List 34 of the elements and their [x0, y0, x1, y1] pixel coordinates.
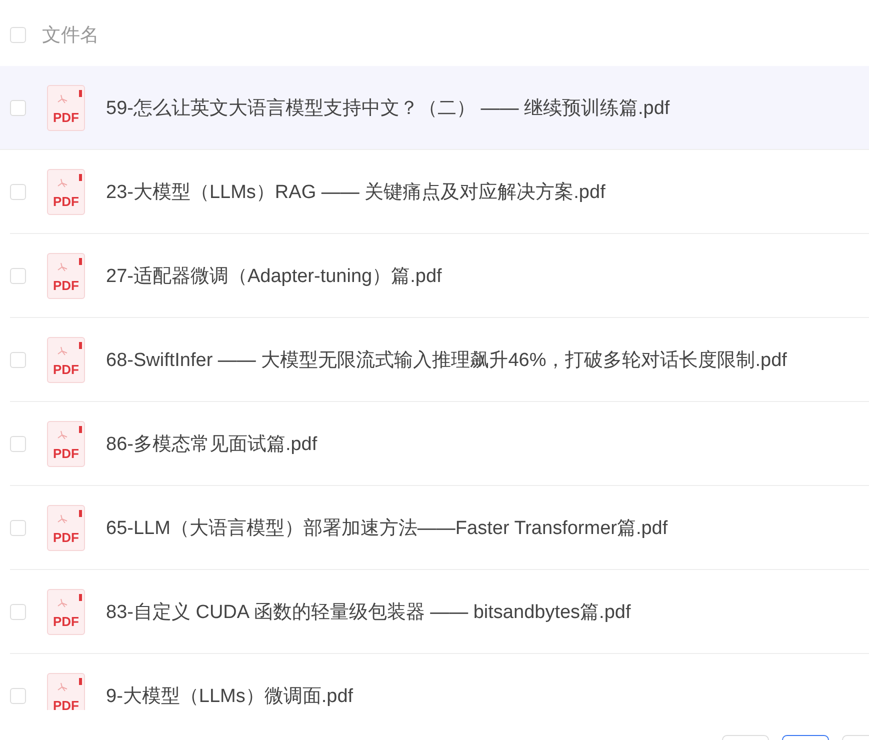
file-name[interactable]: 86-多模态常见面试篇.pdf — [106, 430, 318, 456]
row-checkbox[interactable] — [10, 268, 26, 284]
file-row[interactable]: PDF 9-大模型（LLMs）微调面.pdf — [10, 654, 869, 710]
file-row[interactable]: PDF 27-适配器微调（Adapter-tuning）篇.pdf — [10, 234, 869, 318]
pdf-file-icon: PDF — [47, 252, 85, 298]
file-name[interactable]: 65-LLM（大语言模型）部署加速方法——Faster Transformer篇.pdf — [106, 514, 668, 540]
file-row[interactable]: PDF 59-怎么让英文大语言模型支持中文？（二） —— 继续预训练篇.pdf — [0, 66, 869, 150]
file-row[interactable]: PDF 65-LLM（大语言模型）部署加速方法——Faster Transformer篇.pdf — [10, 486, 869, 570]
pdf-file-icon: PDF — [47, 588, 85, 634]
row-checkbox[interactable] — [10, 688, 26, 704]
pdf-file-icon: PDF — [47, 168, 85, 214]
file-name[interactable]: 68-SwiftInfer —— 大模型无限流式输入推理飙升46%，打破多轮对话长度限制.pdf — [106, 346, 787, 372]
row-checkbox[interactable] — [10, 520, 26, 536]
file-row[interactable]: PDF 83-自定义 CUDA 函数的轻量级包装器 —— bitsandbytes篇.pdf — [10, 570, 869, 654]
file-name[interactable]: 23-大模型（LLMs）RAG —— 关键痛点及对应解决方案.pdf — [106, 178, 606, 204]
row-checkbox[interactable] — [10, 604, 26, 620]
pdf-file-icon: PDF — [47, 672, 85, 710]
select-all-checkbox[interactable] — [10, 27, 26, 43]
file-row[interactable]: PDF 23-大模型（LLMs）RAG —— 关键痛点及对应解决方案.pdf — [10, 150, 869, 234]
file-name[interactable]: 59-怎么让英文大语言模型支持中文？（二） —— 继续预训练篇.pdf — [106, 94, 670, 120]
file-name[interactable]: 83-自定义 CUDA 函数的轻量级包装器 —— bitsandbytes篇.pdf — [106, 598, 631, 624]
pdf-file-icon: PDF — [47, 84, 85, 130]
file-name[interactable]: 9-大模型（LLMs）微调面.pdf — [106, 682, 354, 708]
file-name[interactable]: 27-适配器微调（Adapter-tuning）篇.pdf — [106, 262, 442, 288]
row-checkbox[interactable] — [10, 436, 26, 452]
pdf-file-icon: PDF — [47, 504, 85, 550]
row-checkbox[interactable] — [10, 352, 26, 368]
pdf-file-icon: PDF — [47, 420, 85, 466]
file-row[interactable]: PDF 68-SwiftInfer —— 大模型无限流式输入推理飙升46%，打破多轮对话长度限制.pdf — [10, 318, 869, 402]
row-checkbox[interactable] — [10, 184, 26, 200]
file-row[interactable]: PDF 86-多模态常见面试篇.pdf — [10, 402, 869, 486]
pdf-file-icon: PDF — [47, 336, 85, 382]
row-checkbox[interactable] — [10, 100, 26, 116]
column-header: 文件名 — [42, 24, 99, 48]
